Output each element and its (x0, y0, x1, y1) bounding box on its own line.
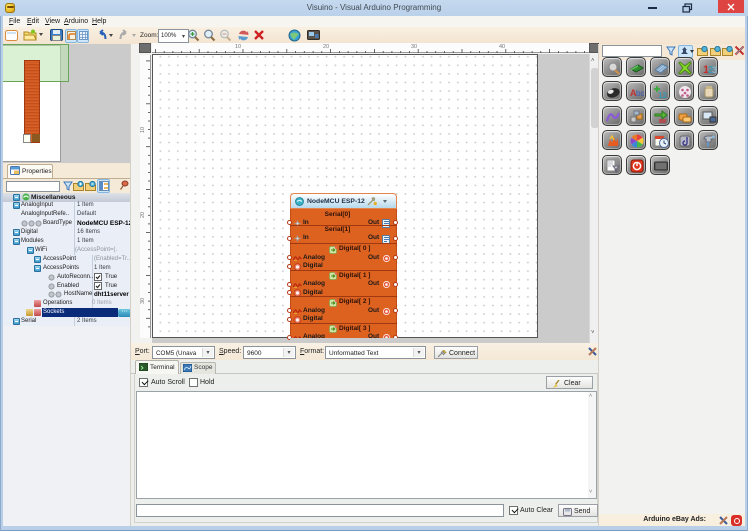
svg-text:12: 12 (658, 91, 667, 100)
svg-text:bc: bc (636, 89, 644, 98)
svg-text:3: 3 (712, 65, 717, 75)
